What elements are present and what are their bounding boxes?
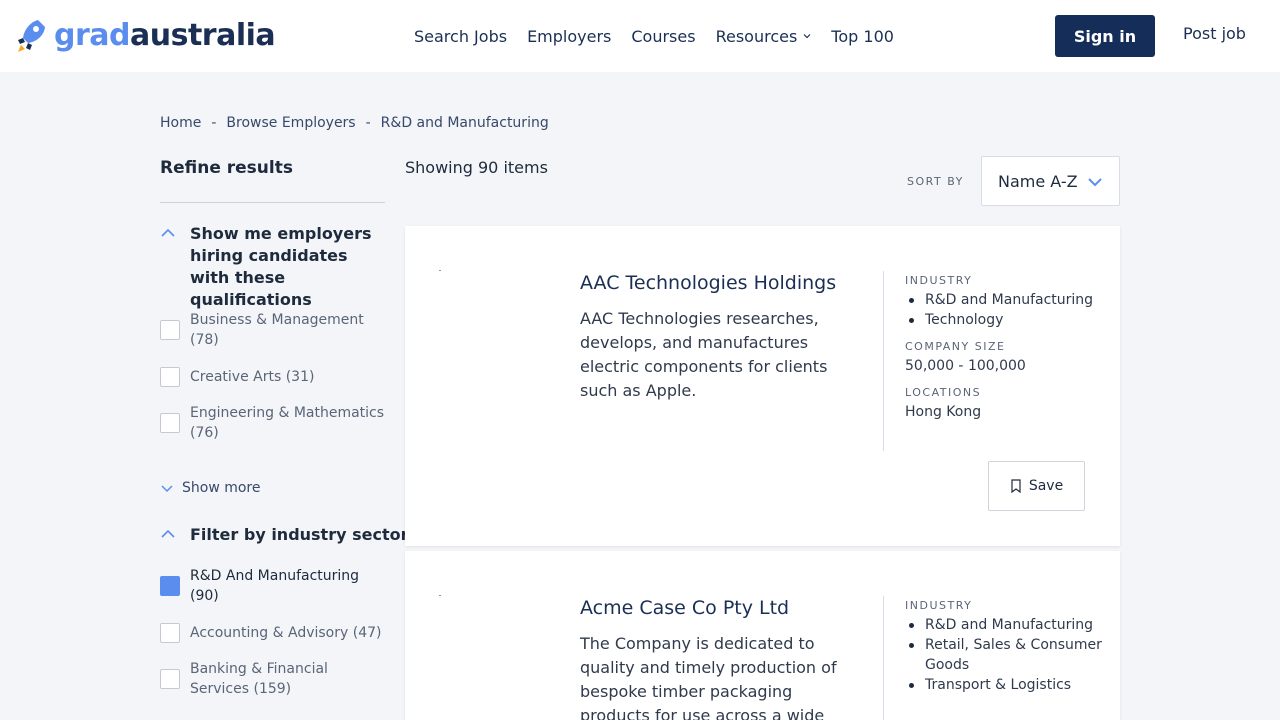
filter-option-label: R&D And Manufacturing (90) <box>190 568 360 604</box>
chevron-up-icon <box>161 529 175 538</box>
company-size-value: 50,000 - 100,000 <box>905 358 1026 374</box>
breadcrumb-current[interactable]: R&D and Manufacturing <box>381 115 549 131</box>
chevron-down-icon <box>161 485 173 493</box>
checkbox[interactable] <box>160 623 180 643</box>
filter-option-rd-manufacturing[interactable]: R&D And Manufacturing (90) <box>160 566 385 606</box>
employer-logo <box>439 270 441 271</box>
filter-option-banking[interactable]: Banking & Financial Services (159) <box>160 659 385 699</box>
site-logo[interactable]: gradaustralia <box>16 16 276 56</box>
employer-card: Acme Case Co Pty Ltd The Company is dedi… <box>405 551 1120 720</box>
chevron-up-icon <box>161 228 175 237</box>
company-size-label: COMPANY SIZE <box>905 340 1006 353</box>
employer-meta: INDUSTRY R&D and Manufacturing Retail, S… <box>905 599 1105 695</box>
checkbox-checked[interactable] <box>160 576 180 596</box>
bookmark-icon <box>1011 479 1021 493</box>
industry-item: R&D and Manufacturing <box>905 615 1105 635</box>
filter-option-accounting[interactable]: Accounting & Advisory (47) <box>160 623 385 643</box>
qualifications-filter-toggle[interactable]: Show me employers hiring candidates with… <box>160 223 385 311</box>
industry-item: Transport & Logistics <box>905 675 1105 695</box>
nav-employers[interactable]: Employers <box>527 27 611 46</box>
employer-description: The Company is dedicated to quality and … <box>580 634 837 720</box>
save-button[interactable]: Save <box>988 461 1085 511</box>
industry-label: INDUSTRY <box>905 599 973 612</box>
checkbox[interactable] <box>160 669 180 689</box>
filter-option-label: Accounting & Advisory (47) <box>190 625 382 641</box>
show-more-button[interactable]: Show more <box>160 480 261 496</box>
breadcrumb-browse-employers[interactable]: Browse Employers <box>226 115 355 131</box>
employer-meta: INDUSTRY R&D and Manufacturing Technolog… <box>905 274 1105 422</box>
qualifications-filter-heading: Show me employers hiring candidates with… <box>190 224 372 309</box>
employer-name[interactable]: Acme Case Co Pty Ltd <box>580 597 789 619</box>
checkbox[interactable] <box>160 367 180 387</box>
industry-filter-heading: Filter by industry sector <box>190 525 409 544</box>
logo-wordmark-australia: australia <box>130 18 276 53</box>
nav-resources-label: Resources <box>715 26 798 46</box>
breadcrumb-separator: - <box>211 115 217 131</box>
filter-option-business[interactable]: Business & Management (78) <box>160 310 385 350</box>
breadcrumb-home[interactable]: Home <box>160 115 201 131</box>
divider <box>883 596 884 720</box>
filter-option-label: Banking & Financial Services (159) <box>190 661 328 697</box>
sort-by-label: SORT BY <box>907 175 964 188</box>
breadcrumb: Home - Browse Employers - R&D and Manufa… <box>160 115 549 131</box>
filter-option-engineering[interactable]: Engineering & Mathematics (76) <box>160 403 385 443</box>
save-button-label: Save <box>1028 478 1064 494</box>
breadcrumb-separator: - <box>365 115 371 131</box>
employer-card: AAC Technologies Holdings AAC Technologi… <box>405 226 1120 546</box>
divider <box>883 271 884 451</box>
chevron-down-icon <box>803 34 811 39</box>
post-job-link[interactable]: Post job <box>1183 24 1246 43</box>
nav-top-100[interactable]: Top 100 <box>831 27 894 46</box>
filter-option-label: Engineering & Mathematics (76) <box>190 405 385 441</box>
nav-courses[interactable]: Courses <box>631 27 695 46</box>
chevron-down-icon <box>1088 178 1102 187</box>
filter-option-label: Business & Management (78) <box>190 312 364 348</box>
sign-in-button[interactable]: Sign in <box>1055 15 1155 57</box>
employer-description: AAC Technologies researches, develops, a… <box>580 309 828 400</box>
industry-label: INDUSTRY <box>905 274 973 287</box>
industry-list: R&D and Manufacturing Technology <box>905 290 1105 330</box>
filter-option-creative-arts[interactable]: Creative Arts (31) <box>160 367 385 387</box>
sort-select-value: Name A-Z <box>998 171 1078 191</box>
rocket-logo-icon <box>18 20 45 52</box>
checkbox[interactable] <box>160 320 180 340</box>
logo-wordmark-grad: grad <box>54 18 131 53</box>
industry-filter-toggle[interactable]: Filter by industry sector <box>160 524 408 546</box>
divider <box>160 202 385 203</box>
industry-item: Retail, Sales & Consumer Goods <box>905 635 1105 675</box>
logo-wordmark: gradaustralia <box>54 16 276 56</box>
main-nav: Search Jobs Employers Courses Resources … <box>414 24 914 48</box>
checkbox[interactable] <box>160 413 180 433</box>
employer-logo <box>439 595 441 596</box>
refine-results-title: Refine results <box>160 158 293 178</box>
filter-option-label: Creative Arts (31) <box>190 369 315 385</box>
nav-resources[interactable]: Resources <box>716 27 812 46</box>
results-count: Showing 90 items <box>405 158 548 177</box>
site-header: gradaustralia Search Jobs Employers Cour… <box>0 0 1280 72</box>
employer-name[interactable]: AAC Technologies Holdings <box>580 272 836 294</box>
industry-item: Technology <box>905 310 1105 330</box>
industry-item: R&D and Manufacturing <box>905 290 1105 310</box>
show-more-label: Show more <box>182 480 261 496</box>
location-value: Hong Kong <box>905 404 982 420</box>
sort-select[interactable]: Name A-Z <box>981 156 1120 206</box>
locations-label: LOCATIONS <box>905 386 982 399</box>
nav-search-jobs[interactable]: Search Jobs <box>414 27 507 46</box>
industry-list: R&D and Manufacturing Retail, Sales & Co… <box>905 615 1105 695</box>
